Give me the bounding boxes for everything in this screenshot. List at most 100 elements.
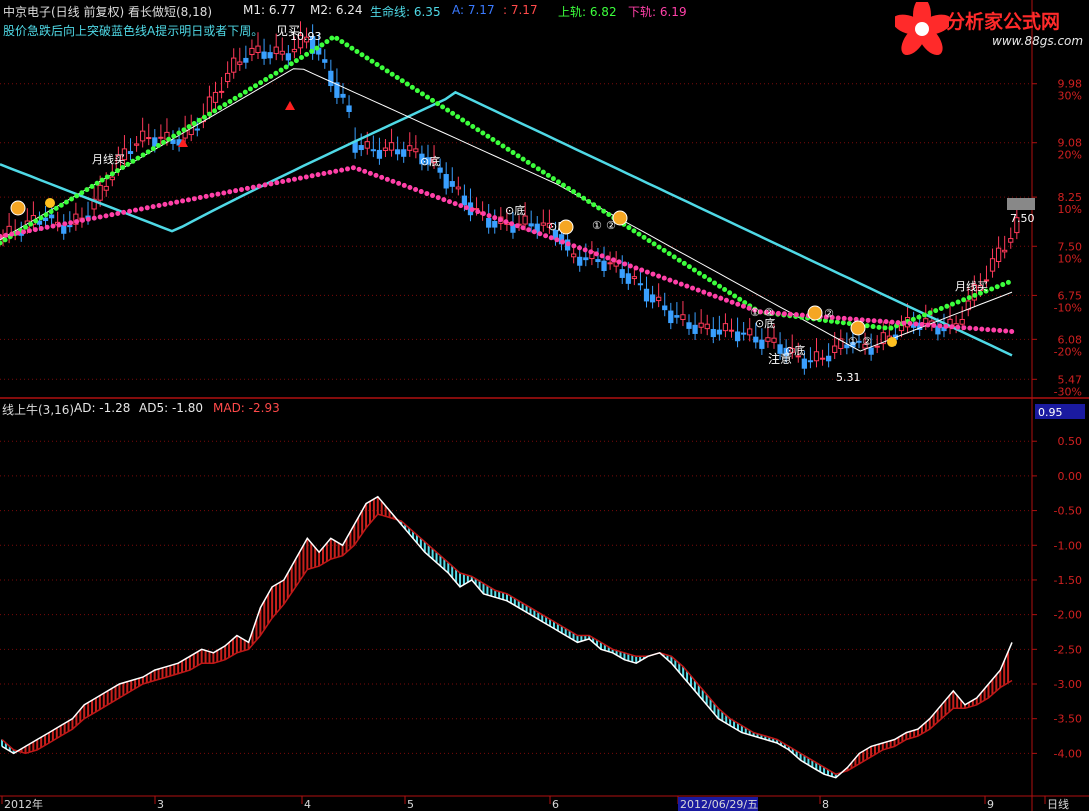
candle-body — [807, 360, 814, 363]
candle-body — [698, 322, 704, 328]
gold-dot-icon — [45, 198, 55, 208]
signal-two-label: ② — [824, 307, 834, 320]
x-tick-label: 2012年 — [4, 797, 43, 811]
ad5-label: AD5: -1.80 — [139, 401, 203, 415]
candle-body — [486, 217, 492, 228]
candle-body — [995, 247, 1002, 262]
candle-body — [97, 184, 103, 201]
candle-body — [231, 57, 237, 73]
candle-body — [461, 195, 468, 206]
candle-body — [67, 225, 73, 228]
current-price-marker — [1007, 198, 1035, 210]
candle-body — [868, 347, 874, 355]
candle-body — [577, 256, 583, 266]
candle-body — [625, 273, 631, 284]
a2-line-label: : 7.17 — [503, 3, 538, 17]
ad-tick-label: -2.50 — [1054, 643, 1082, 656]
candle-body — [595, 259, 601, 263]
candle-body — [637, 283, 644, 286]
candle-body — [194, 128, 200, 131]
current-ad-label: 0.95 — [1038, 406, 1063, 419]
candle-body — [407, 145, 413, 151]
ad-tick-label: -2.00 — [1054, 609, 1082, 622]
candle-body — [753, 336, 759, 343]
candle-body — [322, 59, 328, 63]
bottom-signal-label: ⊙底 — [420, 154, 440, 168]
candle-body — [583, 257, 589, 261]
candle-body — [680, 314, 686, 321]
candle-body — [394, 149, 401, 155]
x-tick-label: 4 — [304, 798, 311, 811]
hint-text: 股价急跌后向上突破蓝色线A提示明日或者下周。 — [3, 24, 264, 38]
candle-body — [225, 72, 231, 83]
caution-label: 注意 — [768, 351, 792, 366]
buy-marker-icon — [807, 305, 823, 321]
ad-tick-label: -1.50 — [1054, 574, 1082, 587]
bottom-signal-label: ⊙底 — [505, 203, 525, 217]
up-arrow-icon — [285, 101, 295, 110]
candle-body — [631, 276, 638, 280]
x-tick-label: 8 — [822, 798, 829, 811]
candle-body — [540, 222, 546, 226]
buy-marker-icon — [558, 219, 574, 235]
candle-body — [146, 137, 152, 140]
candle-body — [704, 323, 710, 330]
pct-tick-label: 30% — [1058, 90, 1082, 103]
x-tick-label: 3 — [157, 798, 164, 811]
candle-body — [601, 260, 607, 271]
x-tick-label: 5 — [407, 798, 414, 811]
low-price-label: 5.31 — [836, 371, 861, 384]
m2-label: M2: 6.24 — [310, 3, 363, 17]
candle-body — [218, 90, 225, 93]
m1-label: M1: 6.77 — [243, 3, 296, 17]
candle-body — [716, 329, 722, 335]
candle-body — [801, 358, 807, 369]
mad-label: MAD: -2.93 — [213, 401, 280, 415]
candle-body — [133, 143, 140, 146]
candle-body — [819, 357, 826, 360]
candle-body — [443, 174, 449, 189]
x-tick-label: 9 — [987, 798, 994, 811]
candle-body — [662, 305, 668, 311]
logo-title: 分析家公式网 — [946, 11, 1061, 33]
pct-tick-label: 10% — [1058, 252, 1082, 265]
candle-body — [832, 345, 838, 353]
pct-tick-label: 10% — [1058, 203, 1082, 216]
candle-body — [722, 323, 729, 332]
pct-tick-label: 20% — [1058, 149, 1082, 162]
ad-tick-label: 0.50 — [1058, 435, 1083, 448]
signal-two-label: ② — [764, 306, 774, 319]
indicator-title: 线上牛(3,16) — [2, 403, 75, 417]
candle-body — [437, 167, 443, 173]
candle-body — [255, 45, 261, 54]
monthly-buy-label: 月线买 — [92, 152, 125, 166]
candle-body — [48, 214, 55, 219]
candle-body — [249, 47, 255, 56]
pct-tick-label: -10% — [1054, 301, 1082, 314]
candle-body — [522, 215, 528, 225]
logo-url: www.88gs.com — [992, 34, 1084, 48]
ad-tick-label: -4.00 — [1054, 747, 1082, 760]
signal-one-label: ① — [750, 306, 760, 319]
candle-body — [765, 337, 771, 342]
candle-body — [291, 48, 298, 53]
candle-body — [267, 52, 273, 59]
candle-body — [340, 93, 346, 98]
pct-tick-label: -30% — [1054, 385, 1082, 398]
current-price-label: 7.50 — [1010, 212, 1035, 225]
candle-body — [285, 53, 291, 61]
candle-body — [643, 288, 650, 302]
candle-body — [61, 225, 67, 234]
candle-body — [898, 324, 905, 332]
candle-body — [364, 141, 370, 149]
x-tick-label: 2012/06/29/五 — [680, 798, 758, 811]
lower-band — [0, 165, 1015, 334]
candle-body — [401, 149, 407, 157]
candle-body — [127, 151, 134, 154]
candle-body — [376, 149, 383, 159]
candle-body — [959, 318, 965, 325]
ad-tick-label: -0.50 — [1054, 505, 1082, 518]
gold-dot-icon — [887, 337, 897, 347]
candle-body — [674, 315, 680, 318]
candle-body — [212, 91, 219, 103]
